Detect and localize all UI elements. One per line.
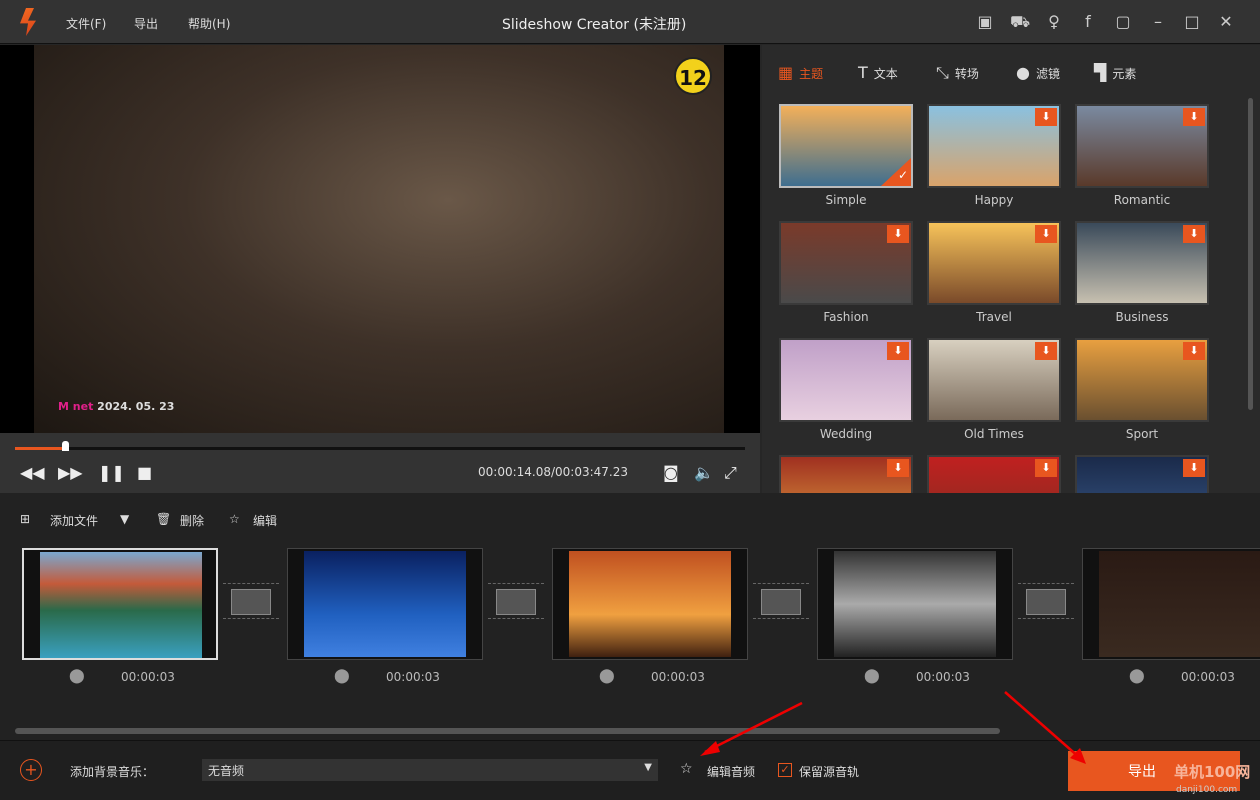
annotation-arrows — [700, 691, 1086, 764]
annotation-arrow — [1004, 691, 1081, 759]
arrow-head — [700, 741, 720, 756]
annotation-arrow — [704, 701, 803, 754]
